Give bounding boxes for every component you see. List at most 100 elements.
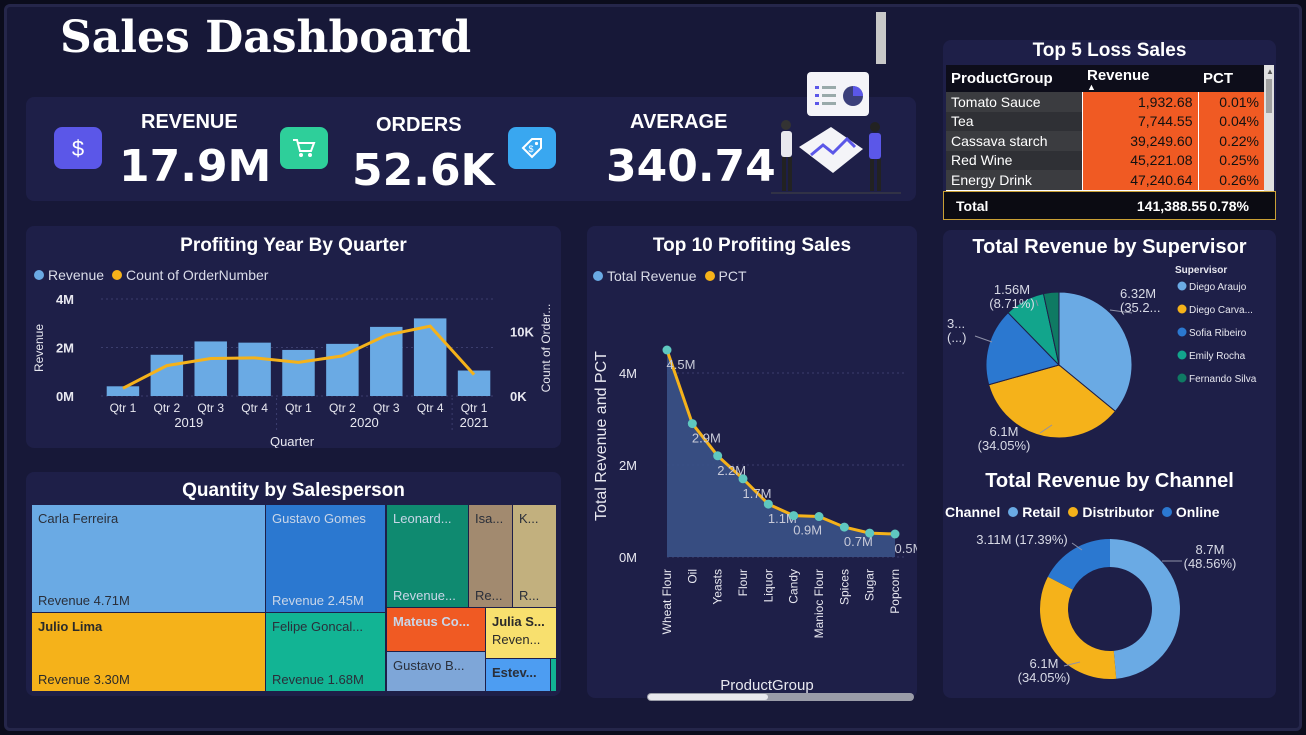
treemap-tile[interactable]: Gustavo Gomes Revenue 2.45M [266, 505, 385, 612]
y-tick-label: 4M [56, 292, 74, 307]
loss-cell-product: Tea [946, 111, 1082, 131]
data-point[interactable] [865, 528, 875, 538]
loss-cell-revenue: 45,221.08 [1081, 150, 1198, 170]
treemap-tile-value: Re... [475, 588, 503, 603]
col-pct[interactable]: PCT [1198, 65, 1264, 92]
treemap-tile-value: Reven... [492, 632, 541, 647]
data-point[interactable] [814, 512, 824, 522]
loss-cell-pct: 0.25% [1197, 150, 1264, 170]
svg-text:$: $ [72, 136, 84, 161]
x-tick-label: Oil [685, 569, 699, 584]
treemap-tile-name: K... [519, 511, 539, 526]
revenue-bar[interactable] [282, 349, 315, 396]
treemap-tile[interactable]: K... R... [513, 505, 556, 607]
supervisor-legend-item[interactable]: Diego Araujo [1189, 282, 1247, 293]
treemap-tile-name: Leonard... [393, 511, 452, 526]
pie-data-label: 6.32M [1120, 286, 1156, 301]
data-point[interactable] [839, 522, 849, 532]
y-axis-label: Total Revenue and PCT [593, 351, 610, 521]
supervisor-legend-item[interactable]: Fernando Silva [1189, 374, 1257, 385]
table-scrollbar[interactable]: ▲ [1264, 65, 1274, 191]
data-label: 2.9M [692, 431, 721, 446]
year-label: 2019 [174, 415, 203, 430]
data-point[interactable] [763, 499, 773, 509]
treemap-tile-name: Gustavo B... [393, 658, 465, 673]
loss-cell-product: Red Wine [946, 150, 1082, 170]
treemap-tile[interactable]: Carla Ferreira Revenue 4.71M [32, 505, 265, 612]
cart-icon [280, 127, 328, 169]
treemap-tile[interactable]: Leonard... Revenue... [387, 505, 468, 607]
loss-table-row[interactable]: Cassava starch 39,249.60 0.22% [946, 131, 1264, 151]
data-point[interactable] [789, 511, 799, 521]
supervisor-legend-item[interactable]: Diego Carva... [1189, 305, 1253, 316]
legend-dot [1177, 304, 1187, 314]
loss-table-row[interactable]: Tomato Sauce 1,932.68 0.01% [946, 92, 1264, 112]
x-tick-label: Flour [736, 569, 750, 596]
treemap-tile[interactable]: Felipe Goncal... Revenue 1.68M [266, 613, 385, 691]
pie-data-label: (34.05%) [978, 438, 1031, 453]
top10-card: Top 10 Profiting Sales Total Revenue PCT… [587, 226, 917, 701]
x-tick-label: Qtr 1 [110, 401, 137, 415]
treemap-tile-value: Revenue 2.45M [272, 593, 364, 608]
x-tick-label: Spices [837, 569, 851, 605]
treemap-tile[interactable]: Gustavo B... [387, 652, 485, 691]
data-point[interactable] [890, 529, 900, 539]
treemap-tile[interactable]: Isa... Re... [469, 505, 512, 607]
average-label: AVERAGE [630, 111, 728, 133]
legend-dot [1177, 350, 1187, 360]
donut-data-label: 6.1M [1030, 656, 1059, 671]
donut-data-label: (34.05%) [1018, 670, 1071, 685]
treemap-tile-name: Isa... [475, 511, 504, 526]
channel-legend: Channel Retail Distributor Online [945, 504, 1220, 520]
treemap-tile-value: Revenue... [393, 588, 456, 603]
data-point[interactable] [687, 419, 697, 429]
x-tick-label: Qtr 3 [373, 401, 400, 415]
revenue-bar[interactable] [413, 318, 447, 396]
x-tick-label: Qtr 2 [329, 401, 356, 415]
loss-table-row[interactable]: Tea 7,744.55 0.04% [946, 111, 1264, 131]
loss-cell-pct: 0.26% [1197, 170, 1264, 190]
loss-cell-product: Cassava starch [946, 131, 1082, 151]
loss-table-row[interactable]: Red Wine 45,221.08 0.25% [946, 150, 1264, 170]
supervisor-legend-item[interactable]: Emily Rocha [1189, 351, 1246, 362]
revenue-bar[interactable] [238, 342, 271, 396]
treemap-tile[interactable]: Julia S... Reven... [486, 608, 556, 658]
data-point[interactable] [713, 451, 723, 461]
col-revenue[interactable]: Revenue ▲ [1082, 65, 1198, 92]
revenue-bar[interactable] [150, 354, 184, 396]
x-tick-label: Wheat Flour [660, 569, 674, 634]
leader-line [974, 335, 993, 343]
revenue-bar[interactable] [370, 326, 403, 396]
presentation-illustration [771, 72, 901, 194]
data-point[interactable] [662, 345, 672, 355]
supervisor-legend-item[interactable]: Sofia Ribeiro [1189, 328, 1247, 339]
data-label: 0.9M [793, 523, 822, 538]
treemap-tile-value: R... [519, 588, 540, 603]
loss-cell-product: Tomato Sauce [946, 92, 1082, 112]
treemap-tile-name: Gustavo Gomes [272, 511, 366, 526]
donut-data-label: 3.11M (17.39%) [976, 532, 1068, 547]
pie-slice[interactable] [1110, 539, 1180, 679]
x-tick-label: Qtr 3 [197, 401, 224, 415]
treemap-tile[interactable]: Mateus Co... [387, 608, 485, 651]
treemap-tile[interactable]: Estev... [486, 659, 550, 691]
revenue-bar[interactable] [194, 341, 227, 396]
loss-table: ProductGroup Revenue ▲ PCT Tomato Sauce 1,… [946, 65, 1264, 190]
x-tick-label: Qtr 2 [153, 401, 180, 415]
treemap-tile[interactable]: Julio Lima Revenue 3.30M [32, 613, 265, 691]
col-productgroup[interactable]: ProductGroup [946, 65, 1082, 92]
salesperson-card: Quantity by Salesperson Carla Ferreira Re… [26, 472, 561, 696]
donut-data-label: (48.56%) [1184, 556, 1237, 571]
horizontal-scrollbar[interactable] [647, 693, 914, 701]
loss-table-row[interactable]: Energy Drink 47,240.64 0.26% [946, 170, 1264, 190]
scrollbar-thumb[interactable] [648, 694, 768, 700]
orders-value: 52.6K [352, 145, 495, 196]
loss-table-wrap: ProductGroup Revenue ▲ PCT Tomato Sauce 1,… [946, 65, 1264, 191]
treemap-tile-value: Revenue 3.30M [38, 672, 130, 687]
treemap-sliver[interactable] [551, 659, 556, 691]
pie-data-label: 6.1M [990, 424, 1019, 439]
tag-icon: $ [508, 127, 556, 169]
supervisor-card: Total Revenue by Supervisor 6.32M (35.2..… [943, 230, 1276, 698]
data-point[interactable] [738, 474, 748, 484]
treemap-tile-name: Mateus Co... [393, 614, 470, 629]
